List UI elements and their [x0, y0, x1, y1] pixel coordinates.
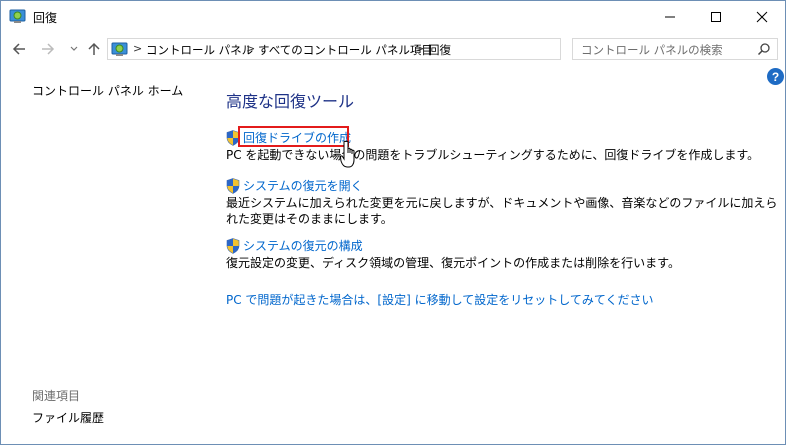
- reset-pc-settings-link[interactable]: PC で問題が起きた場合は、[設定] に移動して設定をリセットしてみてください: [226, 291, 654, 308]
- create-recovery-drive-description: PC を起動できない場合の問題をトラブルシューティングするために、回復ドライブを…: [226, 148, 760, 162]
- help-icon[interactable]: ?: [767, 68, 784, 85]
- related-items-heading: 関連項目: [32, 389, 81, 403]
- search-input[interactable]: コントロール パネルの検索: [572, 38, 778, 60]
- configure-system-restore-link[interactable]: システムの復元の構成: [243, 237, 363, 254]
- open-system-restore-link[interactable]: システムの復元を開く: [243, 177, 363, 194]
- control-panel-window: 回復 > コントロール パネル > すべてのコントロール パネル項目 > 回復 …: [0, 0, 786, 445]
- uac-shield-icon: [226, 238, 240, 254]
- up-button[interactable]: [85, 40, 103, 58]
- control-panel-icon: [111, 42, 128, 56]
- close-button[interactable]: [739, 1, 785, 32]
- close-icon: [756, 11, 768, 22]
- navigation-bar: > コントロール パネル > すべてのコントロール パネル項目 > 回復 コント…: [1, 32, 785, 66]
- control-panel-home-link[interactable]: コントロール パネル ホーム: [32, 82, 183, 99]
- open-system-restore-description: 最近システムに加えられた変更を元に戻しますが、ドキュメントや画像、音楽などのファ…: [226, 196, 778, 226]
- minimize-icon: [665, 16, 675, 17]
- breadcrumb-recovery[interactable]: 回復: [428, 42, 451, 58]
- chevron-down-icon: [70, 46, 78, 51]
- breadcrumb-all-items[interactable]: すべてのコントロール パネル項目: [258, 42, 433, 58]
- configure-system-restore-description: 復元設定の変更、ディスク領域の管理、復元ポイントの作成または削除を行います。: [226, 256, 680, 270]
- maximize-icon: [711, 11, 721, 22]
- search-placeholder: コントロール パネルの検索: [581, 43, 723, 57]
- breadcrumb-control-panel[interactable]: コントロール パネル: [146, 42, 253, 58]
- arrow-right-icon: [42, 43, 55, 55]
- maximize-button[interactable]: [693, 1, 739, 32]
- minimize-button[interactable]: [647, 1, 693, 32]
- uac-shield-icon: [226, 178, 240, 194]
- page-title: 高度な回復ツール: [226, 92, 355, 111]
- arrow-left-icon: [12, 43, 25, 55]
- hand-cursor-icon: [339, 140, 355, 168]
- control-panel-icon: [9, 9, 26, 23]
- window-title: 回復: [33, 11, 58, 25]
- address-bar[interactable]: > コントロール パネル > すべてのコントロール パネル項目 > 回復: [107, 38, 660, 60]
- recent-locations-button[interactable]: [65, 40, 83, 58]
- back-button[interactable]: [10, 40, 28, 58]
- file-history-link[interactable]: ファイル履歴: [32, 409, 104, 426]
- breadcrumb-separator[interactable]: >: [415, 42, 424, 55]
- search-icon[interactable]: [757, 42, 771, 56]
- title-bar: 回復: [1, 1, 785, 32]
- forward-button[interactable]: [39, 40, 57, 58]
- arrow-up-icon: [88, 42, 100, 55]
- breadcrumb-separator[interactable]: >: [133, 42, 142, 55]
- breadcrumb-separator[interactable]: >: [246, 42, 255, 55]
- highlight-box: [238, 126, 349, 147]
